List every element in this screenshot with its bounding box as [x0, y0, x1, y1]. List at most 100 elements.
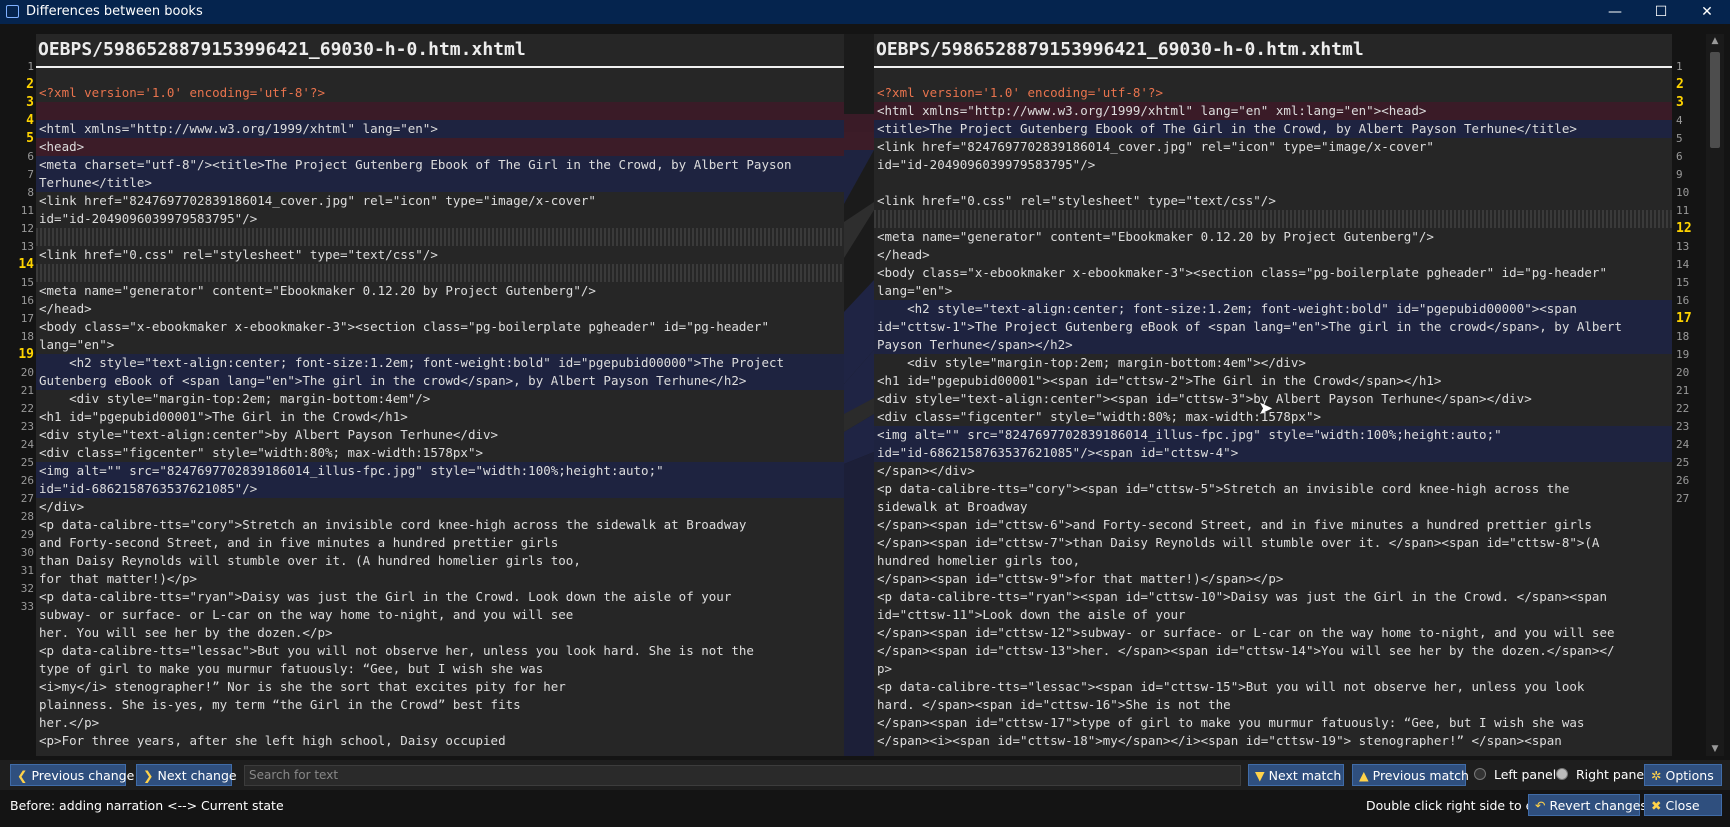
- right-code-line[interactable]: [874, 174, 1672, 192]
- right-code-line[interactable]: id="id-6862158763537621085"/><span id="c…: [874, 444, 1672, 462]
- right-code-line[interactable]: </head>: [874, 246, 1672, 264]
- right-code-line[interactable]: id="cttsw-1">The Project Gutenberg eBook…: [874, 318, 1672, 336]
- left-code-line[interactable]: <i>my</i> stenographer!” Nor is she the …: [36, 678, 844, 696]
- right-code-line[interactable]: hundred homelier girls too,: [874, 552, 1672, 570]
- left-code-line[interactable]: <h1 id="pgepubid00001">The Girl in the C…: [36, 408, 844, 426]
- left-code-line[interactable]: <div style="text-align:center">by Albert…: [36, 426, 844, 444]
- right-code-line[interactable]: id="id-2049096039979583795"/>: [874, 156, 1672, 174]
- right-code-line[interactable]: </span><i><span id="cttsw-18">my</span><…: [874, 732, 1672, 750]
- left-panel-radio[interactable]: Left panel: [1474, 766, 1556, 784]
- right-code-line[interactable]: <p data-calibre-tts="cory"><span id="ctt…: [874, 480, 1672, 498]
- left-code-line[interactable]: <html xmlns="http://www.w3.org/1999/xhtm…: [36, 120, 844, 138]
- left-code-line[interactable]: her. You will see her by the dozen.</p>: [36, 624, 844, 642]
- right-code-line[interactable]: p>: [874, 660, 1672, 678]
- left-code-line[interactable]: <p data-calibre-tts="cory">Stretch an in…: [36, 516, 844, 534]
- right-code-line[interactable]: </span></div>: [874, 462, 1672, 480]
- window-close-button[interactable]: ✕: [1684, 0, 1730, 24]
- scroll-up-arrow-icon[interactable]: ▲: [1706, 34, 1724, 48]
- right-panel-radio[interactable]: Right panel: [1556, 766, 1648, 784]
- minimize-button[interactable]: —: [1592, 0, 1638, 24]
- left-code-line[interactable]: <head>: [36, 138, 844, 156]
- scroll-down-arrow-icon[interactable]: ▼: [1706, 742, 1724, 756]
- right-code-line[interactable]: <title>The Project Gutenberg Ebook of Th…: [874, 120, 1672, 138]
- right-code-line[interactable]: <link href="0.css" rel="stylesheet" type…: [874, 192, 1672, 210]
- right-code-line[interactable]: <p data-calibre-tts="ryan"><span id="ctt…: [874, 588, 1672, 606]
- close-button[interactable]: ✖ Close: [1644, 794, 1722, 816]
- left-code-line[interactable]: Gutenberg eBook of <span lang="en">The g…: [36, 372, 844, 390]
- left-code-line[interactable]: type of girl to make you murmur fatuousl…: [36, 660, 844, 678]
- right-code-line[interactable]: <p data-calibre-tts="lessac"><span id="c…: [874, 678, 1672, 696]
- options-button[interactable]: ✲ Options: [1644, 764, 1722, 786]
- left-code-line[interactable]: subway- or surface- or L-car on the way …: [36, 606, 844, 624]
- scrollbar-thumb[interactable]: [1710, 52, 1720, 148]
- right-code-line[interactable]: hard. </span><span id="cttsw-16">She is …: [874, 696, 1672, 714]
- left-line-number: 32: [20, 582, 34, 595]
- search-input[interactable]: Search for text: [244, 765, 1241, 786]
- right-code-line[interactable]: <body class="x-ebookmaker x-ebookmaker-3…: [874, 264, 1672, 282]
- left-code-line[interactable]: <div style="margin-top:2em; margin-botto…: [36, 390, 844, 408]
- left-code-line[interactable]: </head>: [36, 300, 844, 318]
- right-code-line[interactable]: sidewalk at Broadway: [874, 498, 1672, 516]
- right-line-number: 21: [1676, 384, 1690, 397]
- undo-icon: ↶: [1535, 798, 1546, 813]
- right-line-number: 11: [1676, 204, 1690, 217]
- right-code-line[interactable]: id="cttsw-11">Look down the aisle of you…: [874, 606, 1672, 624]
- right-code-line[interactable]: </span><span id="cttsw-7">than Daisy Rey…: [874, 534, 1672, 552]
- left-code-line[interactable]: <h2 style="text-align:center; font-size:…: [36, 354, 844, 372]
- left-code-line[interactable]: plainness. She is-yes, my term “the Girl…: [36, 696, 844, 714]
- right-code-line[interactable]: <html xmlns="http://www.w3.org/1999/xhtm…: [874, 102, 1672, 120]
- left-code-line[interactable]: </div>: [36, 498, 844, 516]
- left-code-line[interactable]: <body class="x-ebookmaker x-ebookmaker-3…: [36, 318, 844, 336]
- next-change-button[interactable]: ❯ Next change: [136, 764, 237, 786]
- left-code-line[interactable]: <p>For three years, after she left high …: [36, 732, 844, 750]
- left-code-line[interactable]: <link href="0.css" rel="stylesheet" type…: [36, 246, 844, 264]
- left-code-line[interactable]: <p data-calibre-tts="lessac">But you wil…: [36, 642, 844, 660]
- revert-changes-button[interactable]: ↶ Revert changes: [1528, 794, 1647, 816]
- right-code-line[interactable]: lang="en">: [874, 282, 1672, 300]
- revert-changes-label: Revert changes: [1549, 798, 1647, 813]
- left-code-line[interactable]: [36, 264, 844, 282]
- right-code-line[interactable]: <meta name="generator" content="Ebookmak…: [874, 228, 1672, 246]
- left-code-line[interactable]: <?xml version='1.0' encoding='utf-8'?>: [36, 84, 844, 102]
- left-code-line[interactable]: id="id-2049096039979583795"/>: [36, 210, 844, 228]
- right-code-line[interactable]: <?xml version='1.0' encoding='utf-8'?>: [874, 84, 1672, 102]
- right-code-line[interactable]: </span><span id="cttsw-13">her. </span><…: [874, 642, 1672, 660]
- right-code-line[interactable]: [874, 210, 1672, 228]
- previous-change-button[interactable]: ❮ Previous change: [10, 764, 134, 786]
- maximize-button[interactable]: ☐: [1638, 0, 1684, 24]
- right-code-line[interactable]: <img alt="" src="8247697702839186014_ill…: [874, 426, 1672, 444]
- left-code-line[interactable]: her.</p>: [36, 714, 844, 732]
- previous-match-button[interactable]: ▲ Previous match: [1352, 764, 1469, 786]
- right-code-line[interactable]: <link href="8247697702839186014_cover.jp…: [874, 138, 1672, 156]
- left-code-line[interactable]: than Daisy Reynolds will stumble over it…: [36, 552, 844, 570]
- left-line-number: 2: [26, 77, 34, 92]
- left-panel-label: Left panel: [1494, 767, 1557, 782]
- left-line-number: 11: [20, 204, 34, 217]
- right-code-line[interactable]: </span><span id="cttsw-9">for that matte…: [874, 570, 1672, 588]
- left-code-line[interactable]: for that matter!)</p>: [36, 570, 844, 588]
- left-code-line[interactable]: <meta name="generator" content="Ebookmak…: [36, 282, 844, 300]
- left-code-line[interactable]: <img alt="" src="8247697702839186014_ill…: [36, 462, 844, 480]
- left-code-line[interactable]: id="id-6862158763537621085"/>: [36, 480, 844, 498]
- left-code-line[interactable]: lang="en">: [36, 336, 844, 354]
- left-line-number: 17: [20, 312, 34, 325]
- left-code-line[interactable]: [36, 102, 844, 120]
- right-diff-panel[interactable]: OEBPS/5986528879153996421_69030-h-0.htm.…: [874, 34, 1672, 756]
- left-code-line[interactable]: <link href="8247697702839186014_cover.jp…: [36, 192, 844, 210]
- next-match-button[interactable]: ▼ Next match: [1248, 764, 1344, 786]
- right-code-line[interactable]: <h1 id="pgepubid00001"><span id="cttsw-2…: [874, 372, 1672, 390]
- right-code-line[interactable]: </span><span id="cttsw-6">and Forty-seco…: [874, 516, 1672, 534]
- right-code-line[interactable]: <div style="margin-top:2em; margin-botto…: [874, 354, 1672, 372]
- right-code-line[interactable]: </span><span id="cttsw-17">type of girl …: [874, 714, 1672, 732]
- right-code-line[interactable]: Payson Terhune</span></h2>: [874, 336, 1672, 354]
- left-code-line[interactable]: [36, 228, 844, 246]
- left-code-line[interactable]: Terhune</title>: [36, 174, 844, 192]
- left-code-line[interactable]: and Forty-second Street, and in five min…: [36, 534, 844, 552]
- right-code-line[interactable]: </span><span id="cttsw-12">subway- or su…: [874, 624, 1672, 642]
- right-code-line[interactable]: <h2 style="text-align:center; font-size:…: [874, 300, 1672, 318]
- left-code-line[interactable]: <p data-calibre-tts="ryan">Daisy was jus…: [36, 588, 844, 606]
- left-code-line[interactable]: <div class="figcenter" style="width:80%;…: [36, 444, 844, 462]
- vertical-scrollbar[interactable]: ▲ ▼: [1706, 34, 1724, 756]
- left-code-line[interactable]: <meta charset="utf-8"/><title>The Projec…: [36, 156, 844, 174]
- left-diff-panel[interactable]: OEBPS/5986528879153996421_69030-h-0.htm.…: [36, 34, 844, 756]
